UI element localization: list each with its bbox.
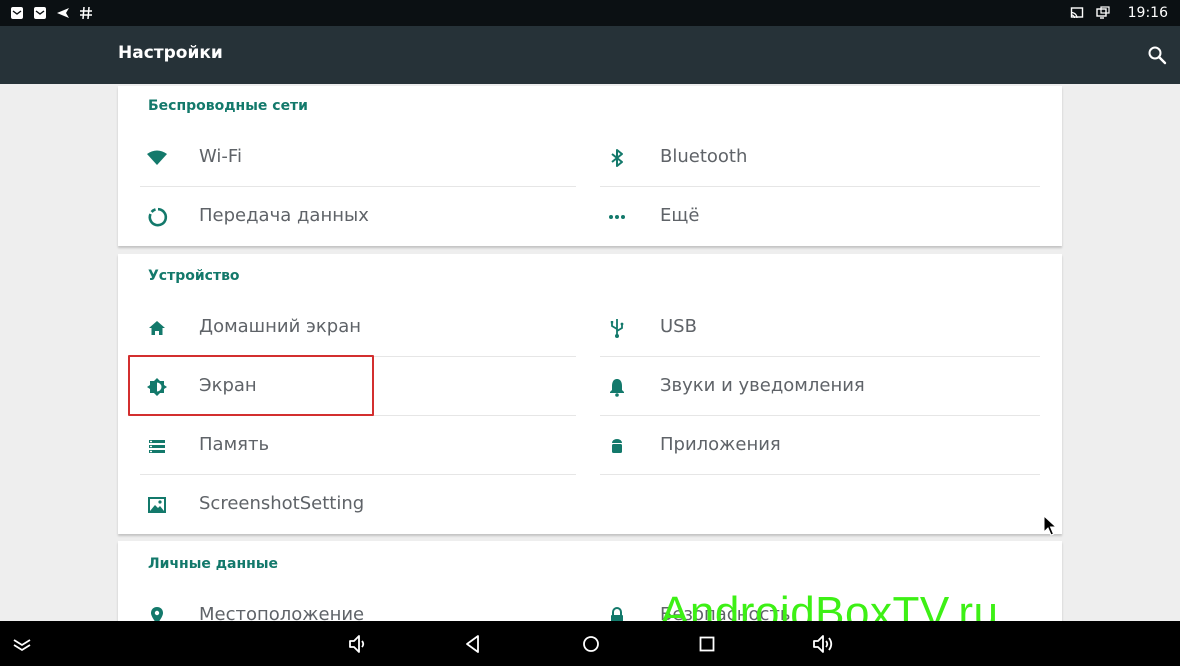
collapse-icon[interactable] [9,631,35,657]
status-time: 19:16 [1127,5,1168,21]
more-icon [609,215,625,219]
display-icon [147,378,167,396]
storage-icon [149,440,165,453]
section-wireless: Беспроводные сети Wi-Fi Bluetooth Переда… [118,86,1062,246]
settings-item-label: Bluetooth [660,146,748,167]
volume-down-icon[interactable] [345,631,371,657]
screen-icon [1095,6,1110,19]
settings-item-label: Приложения [660,434,781,455]
bluetooth-icon [611,149,623,167]
settings-item-storage[interactable]: Память [140,416,576,475]
settings-item-bluetooth[interactable]: Bluetooth [600,128,1040,187]
settings-item-label: Память [199,434,270,455]
search-icon[interactable] [1146,44,1168,66]
settings-item-label: Ещё [660,205,700,226]
settings-item-apps[interactable]: Приложения [600,416,1040,475]
section-title: Устройство [148,268,240,284]
section-title: Беспроводные сети [148,98,308,114]
status-bar-notifications [10,5,93,21]
home-circle-icon[interactable] [578,631,604,657]
settings-item-sounds[interactable]: Звуки и уведомления [600,357,1040,416]
page-title: Настройки [118,43,223,63]
status-bar: 19:16 [0,0,1180,26]
bell-icon [610,379,624,397]
settings-item-more[interactable]: Ещё [600,187,1040,245]
mail-icon [34,7,46,19]
send-icon [57,8,69,18]
screenshot-icon [148,497,166,513]
settings-item-home-screen[interactable]: Домашний экран [140,298,576,357]
navigation-bar [0,621,1180,666]
settings-item-label: ScreenshotSetting [199,493,365,514]
settings-item-label: Экран [199,375,257,396]
status-bar-system: 19:16 [1070,5,1168,21]
settings-item-usb[interactable]: USB [600,298,1040,357]
volume-up-icon[interactable] [810,631,836,657]
section-device: Устройство Домашний экран USB Экран Звук… [118,254,1062,534]
wifi-icon [147,150,167,165]
settings-item-label: USB [660,316,697,337]
settings-item-data-usage[interactable]: Передача данных [140,187,576,245]
settings-item-label: Звуки и уведомления [660,375,865,396]
data-usage-icon [148,207,168,227]
settings-item-label: Передача данных [199,205,369,226]
app-toolbar: Настройки [0,26,1180,84]
android-icon [612,439,622,453]
mail-icon [11,7,23,19]
section-title: Личные данные [148,556,279,572]
settings-item-screenshot-setting[interactable]: ScreenshotSetting [140,475,576,533]
hash-icon [80,6,92,20]
usb-icon [610,319,624,338]
settings-item-display[interactable]: Экран [140,357,576,416]
settings-item-wifi[interactable]: Wi-Fi [140,128,576,187]
back-icon[interactable] [460,631,486,657]
home-icon [149,321,165,335]
settings-item-label: Wi-Fi [199,146,242,167]
recents-icon[interactable] [694,631,720,657]
cast-icon [1070,7,1083,19]
settings-item-label: Домашний экран [199,316,362,337]
mouse-cursor-icon [1043,515,1058,536]
